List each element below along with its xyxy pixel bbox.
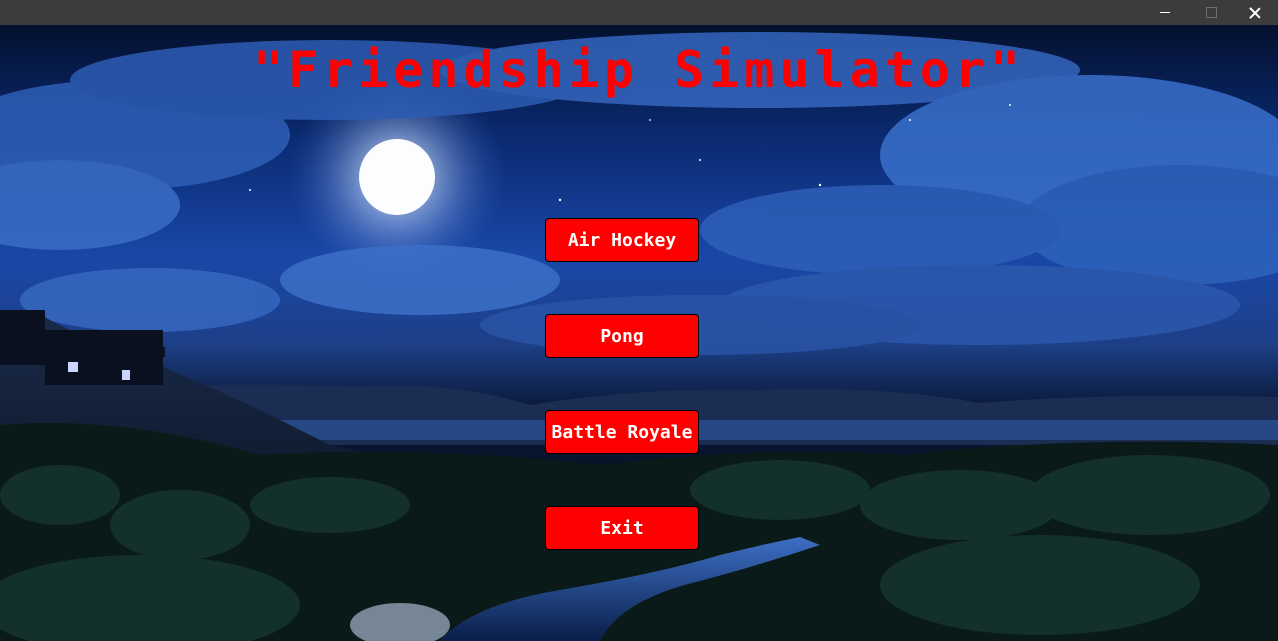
game-title: "Friendship Simulator" xyxy=(252,41,1026,99)
maximize-button xyxy=(1188,0,1234,25)
moon-icon xyxy=(359,139,435,215)
game-background: "Friendship Simulator" Air Hockey Pong B… xyxy=(0,25,1278,641)
game-window: "Friendship Simulator" Air Hockey Pong B… xyxy=(0,0,1278,641)
air-hockey-button[interactable]: Air Hockey xyxy=(545,218,699,262)
pong-button[interactable]: Pong xyxy=(545,314,699,358)
minimize-button[interactable] xyxy=(1142,0,1188,25)
close-button[interactable] xyxy=(1232,0,1278,25)
battle-royale-button[interactable]: Battle Royale xyxy=(545,410,699,454)
minimize-icon xyxy=(1160,12,1170,13)
exit-button[interactable]: Exit xyxy=(545,506,699,550)
maximize-icon xyxy=(1205,7,1217,18)
window-titlebar[interactable] xyxy=(0,0,1278,25)
close-icon xyxy=(1249,7,1261,19)
